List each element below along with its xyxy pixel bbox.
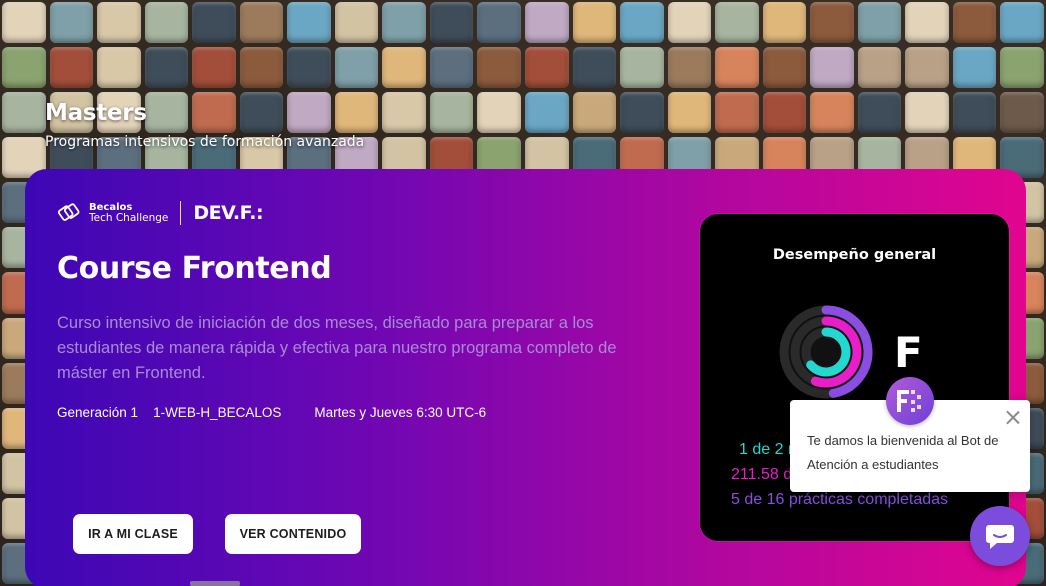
chatbot-avatar (886, 377, 934, 425)
mosaic-tile (715, 92, 759, 134)
becalos-logo-text: Becalos Tech Challenge (89, 202, 168, 224)
close-icon[interactable] (1005, 409, 1021, 425)
course-description: Curso intensivo de iniciación de dos mes… (57, 314, 617, 382)
course-title: Course Frontend (57, 251, 332, 286)
performance-title: Desempeño general (772, 247, 937, 263)
performance-rings (779, 305, 873, 399)
page-title: Masters (45, 100, 147, 126)
mosaic-tile (667, 47, 712, 89)
go-to-class-button[interactable]: IR A MI CLASE (73, 514, 193, 554)
mosaic-tile (952, 92, 997, 134)
mosaic-tile (525, 92, 569, 134)
mosaic-tile (905, 2, 949, 44)
mosaic-tile (477, 2, 521, 44)
mosaic-tile (287, 47, 331, 89)
view-content-button[interactable]: VER CONTENIDO (225, 514, 361, 554)
mosaic-tile (810, 92, 854, 134)
mosaic-tile (952, 2, 997, 44)
mosaic-tile (667, 2, 712, 44)
mosaic-tile (239, 47, 284, 89)
mosaic-tile (810, 2, 854, 44)
logo-divider (180, 201, 182, 225)
devf-logo-icon (897, 390, 921, 412)
mosaic-tile (952, 47, 997, 89)
mosaic-tile (382, 2, 426, 44)
mosaic-tile (97, 2, 141, 44)
mosaic-tile (715, 2, 759, 44)
mosaic-tile (49, 2, 94, 44)
mosaic-tile (572, 92, 617, 134)
horizontal-scrollbar[interactable] (190, 581, 240, 586)
mosaic-tile (572, 2, 617, 44)
generation-label: Generación 1 (57, 405, 139, 420)
mosaic-tile (525, 2, 569, 44)
mosaic-tile (620, 2, 664, 44)
mosaic-tile (1000, 92, 1044, 134)
mosaic-tile (762, 47, 807, 89)
page-subtitle: Programas intensivos de formación avanza… (45, 134, 365, 150)
mosaic-tile (287, 92, 331, 134)
mosaic-tile (620, 92, 664, 134)
mosaic-tile (239, 92, 284, 134)
mosaic-tile (192, 47, 236, 89)
mosaic-tile (97, 47, 141, 89)
mosaic-tile (429, 2, 474, 44)
grade-letter: F (894, 328, 923, 377)
mosaic-tile (715, 47, 759, 89)
mosaic-tile (667, 92, 712, 134)
mosaic-tile (239, 2, 284, 44)
chatbot-message: Te damos la bienvenida al Bot de Atenció… (807, 433, 999, 472)
stat-practices: 5 de 16 prácticas completadas (731, 491, 949, 508)
mosaic-tile (1000, 47, 1044, 89)
mosaic-tile (810, 47, 854, 89)
mosaic-tile (477, 47, 521, 89)
mosaic-tile (334, 47, 379, 89)
mosaic-tile (429, 92, 474, 134)
mosaic-tile (144, 47, 189, 89)
mosaic-tile (144, 2, 189, 44)
course-code: 1-WEB-H_BECALOS (153, 405, 282, 420)
mosaic-tile (192, 92, 236, 134)
stat-classes: 1 de 2 r (739, 441, 794, 458)
mosaic-tile (144, 92, 189, 134)
mosaic-tile (382, 47, 426, 89)
devf-logo: DEV.F.: (193, 202, 264, 224)
mosaic-tile (2, 92, 46, 134)
mosaic-tile (334, 2, 379, 44)
mosaic-tile (334, 92, 379, 134)
mosaic-tile (620, 47, 664, 89)
mosaic-tile (2, 2, 46, 44)
course-card: Becalos Tech Challenge DEV.F.: Course Fr… (25, 169, 1026, 586)
tech-challenge-label: Tech Challenge (89, 212, 169, 224)
mosaic-tile (477, 92, 521, 134)
mosaic-tile (49, 47, 94, 89)
mosaic-tile (905, 92, 949, 134)
mosaic-tile (857, 47, 902, 89)
mosaic-tile (762, 2, 807, 44)
mosaic-tile (192, 2, 236, 44)
mosaic-tile (429, 47, 474, 89)
mosaic-tile (382, 92, 426, 134)
mosaic-tile (2, 47, 46, 89)
mosaic-tile (857, 92, 902, 134)
becalos-logo-icon (57, 203, 80, 221)
chat-launcher-button[interactable] (970, 506, 1030, 566)
mosaic-tile (905, 47, 949, 89)
mosaic-tile (525, 47, 569, 89)
mosaic-tile (762, 92, 807, 134)
partner-logos: Becalos Tech Challenge DEV.F.: (57, 201, 264, 225)
course-meta: Generación 1 1-WEB-H_BECALOS Martes y Ju… (57, 405, 501, 420)
mosaic-tile (857, 2, 902, 44)
chat-bubble-icon (986, 525, 1014, 549)
mosaic-tile (572, 47, 617, 89)
mosaic-tile (287, 2, 331, 44)
mosaic-tile (1000, 2, 1044, 44)
schedule-label: Martes y Jueves 6:30 UTC-6 (314, 405, 487, 420)
